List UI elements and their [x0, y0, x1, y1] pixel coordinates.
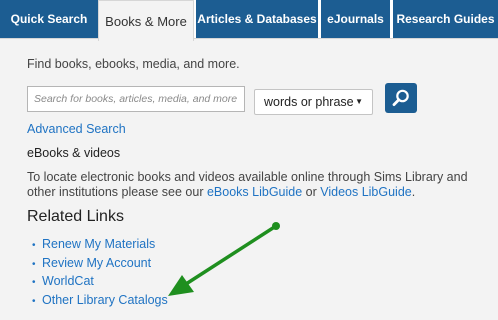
search-scope-select[interactable]: words or phrase ▼ — [254, 89, 373, 115]
tab-research-guides[interactable]: Research Guides — [393, 0, 498, 38]
tab-ejournals[interactable]: eJournals — [321, 0, 390, 38]
review-account-link[interactable]: Review My Account — [42, 256, 151, 270]
related-links-list: • Renew My Materials • Review My Account •… — [32, 236, 168, 310]
chevron-down-icon: ▼ — [355, 97, 363, 106]
search-scope-value: words or phrase — [264, 95, 354, 109]
ebooks-libguide-link[interactable]: eBooks LibGuide — [207, 185, 302, 199]
list-item: • WorldCat — [32, 273, 168, 292]
list-item: • Renew My Materials — [32, 236, 168, 255]
search-input[interactable] — [27, 86, 245, 112]
ebooks-desc-connector: or — [302, 185, 321, 199]
other-library-catalogs-link[interactable]: Other Library Catalogs — [42, 293, 168, 307]
search-tabs: Quick Search Books & More Articles & Dat… — [0, 0, 498, 41]
search-intro-text: Find books, ebooks, media, and more. — [27, 57, 240, 71]
bullet-icon: • — [32, 240, 36, 251]
tab-quick-search[interactable]: Quick Search — [0, 0, 98, 38]
related-links-heading: Related Links — [27, 208, 124, 225]
search-button[interactable] — [385, 83, 417, 113]
videos-libguide-link[interactable]: Videos LibGuide — [320, 185, 412, 199]
advanced-search-link[interactable]: Advanced Search — [27, 122, 126, 136]
search-icon — [392, 89, 409, 107]
bullet-icon: • — [32, 258, 36, 270]
ebooks-videos-heading: eBooks & videos — [27, 146, 121, 160]
books-and-more-panel: Find books, ebooks, media, and more. wor… — [0, 38, 498, 320]
bullet-icon: • — [32, 277, 36, 288]
renew-materials-link[interactable]: Renew My Materials — [42, 237, 155, 251]
tab-books-and-more[interactable]: Books & More — [98, 0, 194, 41]
worldcat-link[interactable]: WorldCat — [42, 274, 94, 288]
list-item: • Other Library Catalogs — [32, 292, 168, 311]
tab-articles-databases[interactable]: Articles & Databases — [196, 0, 318, 38]
bullet-icon: • — [32, 295, 36, 307]
list-item: • Review My Account — [32, 255, 168, 274]
ebooks-desc-end: . — [411, 185, 416, 199]
ebooks-description: To locate electronic books and videos av… — [27, 170, 487, 200]
